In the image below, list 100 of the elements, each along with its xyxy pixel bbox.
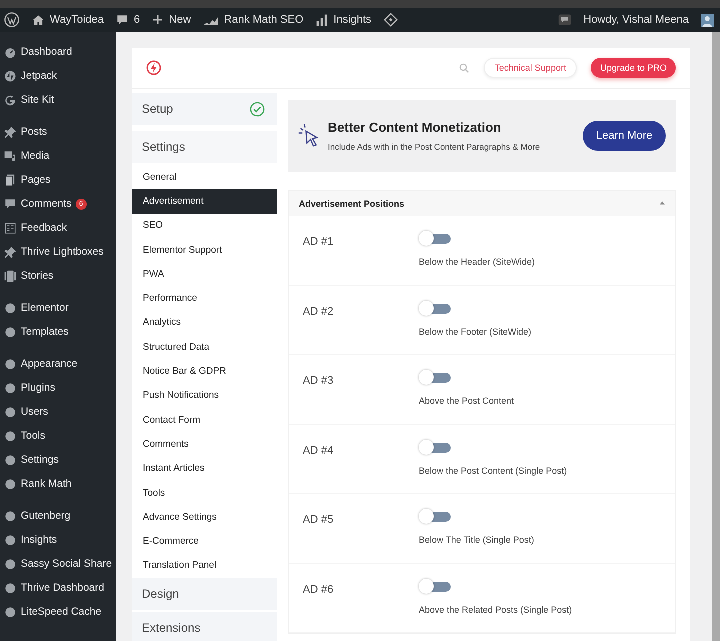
toggle-switch[interactable] (419, 232, 451, 246)
position-description: Below the Footer (SiteWide) (419, 326, 532, 336)
menu-icon (4, 222, 17, 234)
menu-item[interactable]: Posts (0, 120, 116, 144)
menu-label: Thrive Dashboard (21, 582, 104, 594)
panel-header[interactable]: Advertisement Positions (289, 191, 675, 216)
new-link[interactable]: New (152, 14, 192, 26)
nav-item[interactable]: Advertisement (132, 189, 277, 214)
menu-item[interactable]: Thrive Dashboard (0, 576, 116, 600)
menu-item[interactable]: Gutenberg (0, 504, 116, 528)
ad-label: AD #3 (303, 374, 335, 389)
avatar-icon[interactable] (701, 14, 714, 26)
insights-link[interactable]: Insights (316, 14, 372, 26)
comments-link[interactable]: 6 (116, 14, 140, 26)
toggle-switch[interactable] (419, 440, 451, 454)
position-description: Below the Header (SiteWide) (419, 257, 536, 267)
menu-item[interactable]: Users (0, 400, 116, 424)
scrollbar[interactable] (712, 32, 720, 641)
menu-icon (4, 358, 17, 370)
rank-math-link[interactable]: Rank Math SEO (203, 14, 304, 26)
learn-more-button[interactable]: Learn More (583, 121, 666, 151)
menu-icon (4, 510, 17, 522)
position-description: Below the Post Content (Single Post) (419, 466, 568, 476)
menu-icon (4, 46, 17, 58)
menu-label: Sassy Social Share (21, 558, 112, 570)
menu-item[interactable]: Rank Math (0, 472, 116, 496)
section-label: Extensions (142, 621, 201, 636)
position-description: Below The Title (Single Post) (419, 535, 534, 545)
ad-label: AD #1 (303, 235, 335, 250)
menu-item[interactable]: LiteSpeed Cache (0, 600, 116, 624)
bar-chart-icon (316, 14, 329, 26)
nav-section[interactable]: Setup (132, 93, 277, 125)
menu-item[interactable]: Elementor (0, 296, 116, 320)
account-link[interactable]: Howdy, Vishal Meena (584, 14, 689, 26)
ad-label: AD #2 (303, 304, 335, 320)
menu-label: Jetpack (21, 70, 58, 82)
menu-icon (4, 270, 17, 282)
menu-icon (4, 382, 17, 394)
upgrade-button[interactable]: Upgrade to PRO (591, 58, 676, 78)
menu-label: Dashboard (21, 46, 72, 58)
menu-icon (4, 606, 17, 618)
menu-label: Appearance (21, 358, 78, 370)
wordpress-logo-icon[interactable] (4, 12, 20, 28)
menu-item[interactable]: Media (0, 144, 116, 168)
menu-label: Templates (21, 326, 69, 338)
menu-label: Tools (21, 430, 46, 442)
technical-support-button[interactable]: Technical Support (484, 58, 578, 78)
position-description: Above the Post Content (419, 396, 514, 406)
menu-label: Rank Math (21, 478, 72, 490)
ad-label: AD #5 (303, 513, 335, 528)
menu-item[interactable]: Settings (0, 448, 116, 472)
menu-label: Users (21, 406, 48, 418)
toggle-switch[interactable] (419, 510, 451, 524)
menu-item[interactable]: Tools (0, 424, 116, 448)
menu-label: Pages (21, 174, 51, 186)
nav-section[interactable]: Extensions (132, 612, 277, 641)
menu-label: Comments (21, 198, 72, 210)
menu-item[interactable]: Sassy Social Share (0, 552, 116, 576)
cursor-click-icon (298, 122, 320, 150)
section-label: Design (142, 587, 180, 602)
menu-item[interactable]: Dashboard (0, 40, 116, 64)
menu-label: Stories (21, 270, 54, 282)
home-icon (32, 14, 45, 26)
menu-item[interactable]: Jetpack (0, 64, 116, 88)
menu-label: Posts (21, 126, 48, 138)
menu-label: Feedback (21, 222, 68, 234)
menu-item[interactable]: Templates (0, 320, 116, 344)
site-link[interactable]: WayToidea (32, 14, 104, 26)
menu-label: Plugins (21, 382, 56, 394)
menu-icon (4, 478, 17, 490)
menu-icon (4, 326, 17, 338)
logo-icon[interactable] (146, 60, 162, 76)
banner-text: Include Ads with in the Post Content Paragraphs & More (328, 142, 542, 152)
diamond-icon[interactable] (384, 13, 398, 27)
menu-icon (4, 94, 17, 106)
menu-item[interactable]: Insights (0, 528, 116, 552)
panel-title: Advertisement Positions (299, 198, 405, 208)
chat-icon[interactable] (558, 13, 572, 27)
menu-icon (4, 430, 17, 442)
nav-section[interactable]: Settings (132, 131, 277, 163)
menu-item[interactable]: Feedback (0, 216, 116, 240)
menu-icon (4, 70, 17, 82)
menu-icon (4, 198, 17, 210)
menu-label: Insights (21, 534, 58, 546)
menu-item[interactable]: Site Kit (0, 88, 116, 112)
nav-section[interactable]: Design (132, 578, 277, 610)
menu-item[interactable]: Appearance (0, 352, 116, 376)
menu-item[interactable]: Plugins (0, 376, 116, 400)
ad-label: AD #6 (303, 582, 335, 598)
toggle-switch[interactable] (419, 302, 451, 316)
menu-label: Elementor (21, 302, 69, 314)
toggle-switch[interactable] (419, 371, 451, 385)
menu-label: Media (21, 150, 50, 162)
caret-up-icon[interactable] (660, 201, 665, 206)
menu-item[interactable]: Pages (0, 168, 116, 192)
menu-icon (4, 454, 17, 466)
toggle-switch[interactable] (419, 580, 451, 594)
menu-item[interactable]: Stories (0, 264, 116, 288)
menu-icon (4, 582, 17, 594)
menu-item[interactable]: Thrive Lightboxes (0, 240, 116, 264)
